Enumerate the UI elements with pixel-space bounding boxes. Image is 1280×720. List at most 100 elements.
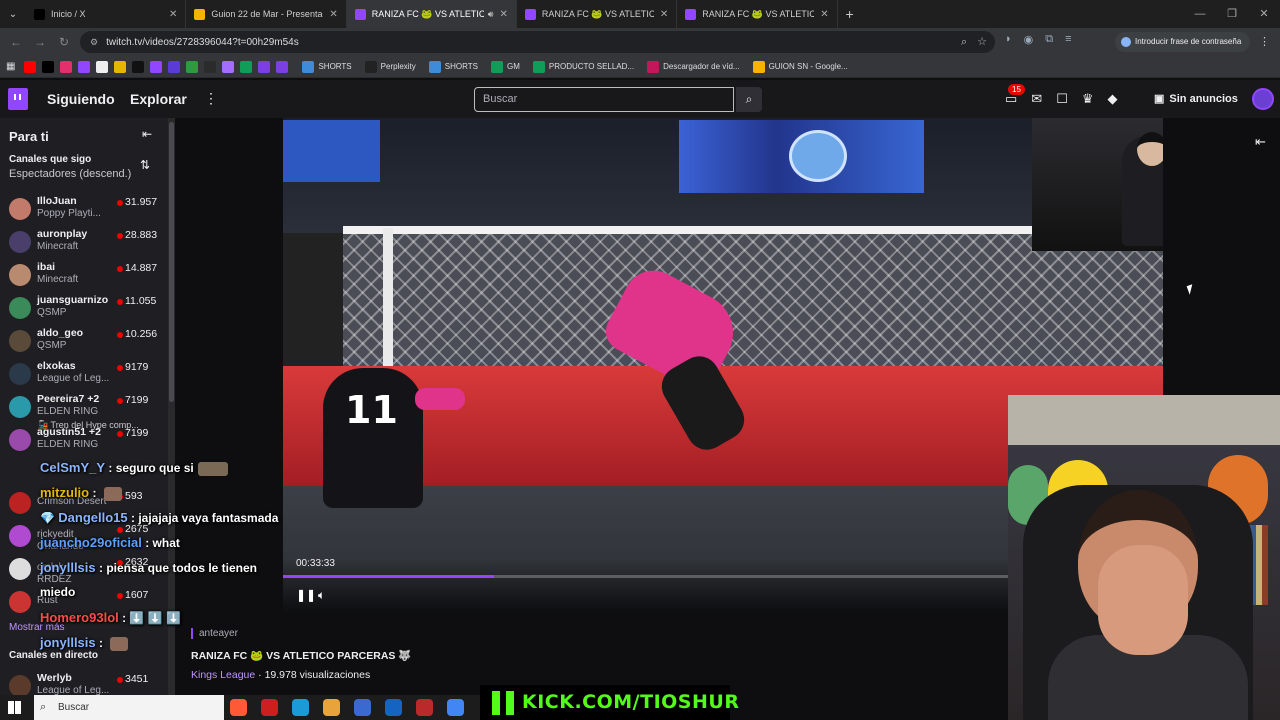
browser-tab[interactable]: Guion 22 de Mar - Presentación ✕ <box>186 0 347 28</box>
taskbar-app-icon[interactable] <box>447 699 464 716</box>
reload-icon[interactable]: ↻ <box>52 35 76 49</box>
bookmark-icon[interactable] <box>186 60 199 73</box>
bookmark-item[interactable]: Perplexity <box>362 60 416 73</box>
nav-following[interactable]: Siguiendo <box>47 91 115 107</box>
sidebar-channel[interactable]: aldo_geo QSMP 10.256 <box>0 326 168 359</box>
chat-text: piensa que todos le tienen <box>106 561 258 575</box>
mail-icon[interactable]: ✉ <box>1031 91 1042 107</box>
bookmark-icon[interactable] <box>168 60 181 73</box>
bookmark-star-icon[interactable]: ☆ <box>977 31 987 53</box>
back-icon[interactable]: ← <box>4 35 28 49</box>
chat-username[interactable]: Homero93lol <box>40 610 119 625</box>
bookmark-item[interactable]: SHORTS <box>426 60 478 73</box>
bookmark-icon[interactable] <box>150 60 163 73</box>
bookmark-icon[interactable] <box>204 60 217 73</box>
bookmark-icon[interactable] <box>276 60 289 73</box>
bookmark-icon[interactable] <box>222 60 235 73</box>
tab-close-icon[interactable]: ✕ <box>329 9 337 20</box>
prime-icon[interactable]: ♛ <box>1082 91 1094 107</box>
nav-browse[interactable]: Explorar <box>130 91 187 107</box>
expand-chat-icon[interactable]: ⇤ <box>1255 134 1266 150</box>
chat-username[interactable]: mitzulio <box>40 485 89 500</box>
window-controls: — ❐ ✕ <box>1184 0 1280 28</box>
taskbar-app-icon[interactable] <box>354 699 371 716</box>
puzzle-icon[interactable]: ⧉ <box>1045 33 1053 46</box>
taskbar-app-icon[interactable] <box>416 699 433 716</box>
category-link[interactable]: Kings League <box>191 669 255 681</box>
password-prompt-button[interactable]: Introducir frase de contraseña <box>1115 32 1250 52</box>
tab-close-icon[interactable]: ✕ <box>169 9 177 20</box>
bookmark-icon[interactable] <box>132 60 145 73</box>
tab-title: Guion 22 de Mar - Presentación <box>211 9 323 19</box>
sidebar-channel[interactable]: elxokas League of Leg... 9179 <box>0 359 168 392</box>
windows-start-icon[interactable] <box>8 701 21 714</box>
chat-username[interactable]: juancho29oficial <box>40 535 142 550</box>
search-icon[interactable]: ⌕ <box>736 87 762 112</box>
bookmark-item[interactable]: GUION SN - Google... <box>750 60 848 73</box>
tab-close-icon[interactable]: ✕ <box>820 9 828 20</box>
taskbar-app-icon[interactable] <box>323 699 340 716</box>
twitch-logo-icon[interactable] <box>8 88 28 110</box>
taskbar-search[interactable]: ⌕ Buscar <box>34 695 224 720</box>
user-avatar[interactable] <box>1252 88 1274 110</box>
chat-username[interactable]: jonylllsis <box>40 635 96 650</box>
bookmark-icon[interactable] <box>258 60 271 73</box>
new-tab-button[interactable]: + <box>838 6 862 22</box>
no-ads-button[interactable]: ▣ Sin anuncios <box>1154 92 1238 105</box>
sidebar-channel[interactable]: IlloJuan Poppy Playti... 31.957 <box>0 194 168 227</box>
sort-label: Espectadores (descend.) <box>9 168 132 180</box>
bookmark-icon[interactable] <box>240 60 253 73</box>
bookmark-icon[interactable] <box>78 60 91 73</box>
bookmark-item[interactable]: Descargador de víd... <box>644 60 740 73</box>
bookmark-icon[interactable] <box>42 60 55 73</box>
bookmark-item[interactable]: SHORTS <box>299 60 352 73</box>
extension-icon[interactable]: ◉ <box>1024 33 1034 46</box>
taskbar-app-icon[interactable] <box>385 699 402 716</box>
tab-favicon-icon <box>354 8 366 20</box>
chat-username[interactable]: jonylllsis <box>40 560 96 575</box>
chat-username[interactable]: Dangello15 <box>58 510 127 525</box>
sort-icon[interactable]: ⇅ <box>140 158 150 172</box>
browser-tab[interactable]: RANIZA FC 🐸 VS ATLETICO 🔊︎ ✕ <box>346 0 517 28</box>
browser-tab[interactable]: Inicio / X ✕ <box>26 0 187 28</box>
bookmark-icon[interactable] <box>24 60 37 73</box>
scrollbar-thumb[interactable] <box>169 122 174 402</box>
minimize-icon[interactable]: — <box>1184 0 1216 28</box>
bookmark-item[interactable]: GM <box>488 60 520 73</box>
apps-icon[interactable]: ▦ <box>6 61 15 72</box>
sidebar-channel[interactable]: juansguarnizo QSMP 11.055 <box>0 293 168 326</box>
zoom-icon[interactable]: ⌕ <box>961 31 967 53</box>
close-window-icon[interactable]: ✕ <box>1248 0 1280 28</box>
taskbar-app-icon[interactable] <box>230 699 247 716</box>
audio-icon[interactable]: 🔊︎ <box>488 9 494 20</box>
collapse-sidebar-icon[interactable]: ⇤ <box>142 127 152 141</box>
bookmark-icon[interactable] <box>96 60 109 73</box>
media-icon[interactable]: ≡ <box>1065 33 1071 46</box>
more-menu-icon[interactable]: ⋮ <box>204 90 218 107</box>
whispers-icon[interactable]: ☐ <box>1056 91 1068 107</box>
sidebar-channel[interactable]: ibai Minecraft 14.887 <box>0 260 168 293</box>
sidebar-channel[interactable]: Werlyb League of Leg... 3451 <box>0 671 168 695</box>
maximize-icon[interactable]: ❐ <box>1216 0 1248 28</box>
browser-menu-icon[interactable]: ⋮ <box>1259 35 1270 48</box>
browser-tab[interactable]: RANIZA FC 🐸 VS ATLETICO PA ✕ <box>677 0 838 28</box>
taskbar-app-icon[interactable] <box>261 699 278 716</box>
taskbar-app-icon[interactable] <box>292 699 309 716</box>
forward-icon[interactable]: → <box>28 35 52 49</box>
site-info-icon[interactable]: ⚙ <box>90 37 98 48</box>
bookmark-icon[interactable] <box>114 60 127 73</box>
extension-icon[interactable]: ◗ <box>1005 33 1012 46</box>
tab-close-icon[interactable]: ✕ <box>660 9 668 20</box>
chat-emote-icon <box>110 636 129 651</box>
tab-close-icon[interactable]: ✕ <box>499 9 507 20</box>
chat-username[interactable]: CelSmY_Y <box>40 460 105 475</box>
viewer-count: 7199 <box>125 394 149 406</box>
bookmark-icon[interactable] <box>60 60 73 73</box>
tab-search-icon[interactable]: ⌄ <box>0 9 26 20</box>
bits-icon[interactable]: ◆ <box>1108 91 1118 107</box>
bookmark-item[interactable]: PRODUCTO SELLAD... <box>530 60 634 73</box>
browser-tab[interactable]: RANIZA FC 🐸 VS ATLETICO PA ✕ <box>517 0 678 28</box>
sidebar-channel[interactable]: auronplay Minecraft 28.883 <box>0 227 168 260</box>
search-input[interactable]: Buscar <box>474 87 734 112</box>
address-bar[interactable]: ⚙ twitch.tv/videos/2728396044?t=00h29m54… <box>80 31 995 53</box>
